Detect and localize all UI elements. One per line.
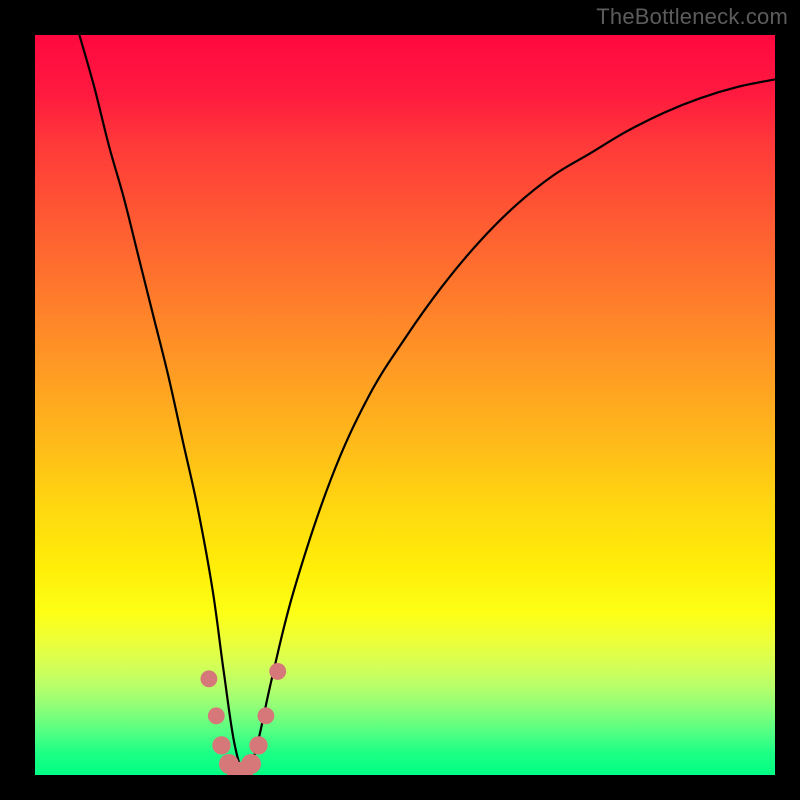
valley-marker [241,754,261,774]
chart-frame: TheBottleneck.com [0,0,800,800]
chart-svg [35,35,775,775]
valley-marker [257,707,274,724]
marker-group [200,663,286,775]
valley-marker [249,736,267,754]
plot-area [35,35,775,775]
valley-marker [212,736,230,754]
watermark-text: TheBottleneck.com [596,4,788,30]
valley-marker [208,707,225,724]
valley-marker [200,670,217,687]
bottleneck-curve-path [79,35,775,775]
valley-marker [269,663,286,680]
